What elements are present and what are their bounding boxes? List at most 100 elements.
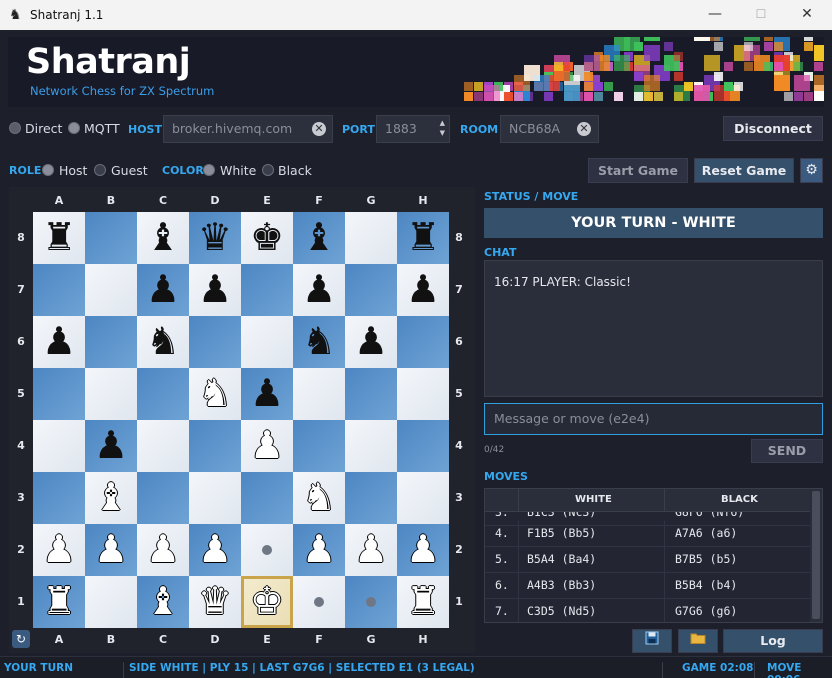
white-radio[interactable] <box>203 164 215 176</box>
black-queen-icon[interactable]: ♛ <box>198 215 232 259</box>
black-knight-icon[interactable]: ♞ <box>146 319 180 363</box>
square-a3[interactable] <box>33 472 85 524</box>
black-bishop-icon[interactable]: ♝ <box>146 215 180 259</box>
square-b6[interactable] <box>85 316 137 368</box>
clear-host-icon[interactable]: ✕ <box>312 122 326 136</box>
move-row[interactable]: 6. A4B3 (Bb3) B5B4 (b4) <box>485 573 810 599</box>
white-pawn-icon[interactable]: ♟ <box>94 527 128 571</box>
black-pawn-icon[interactable]: ♟ <box>406 267 440 311</box>
chess-board[interactable]: A A B B C C D D E E F F G G H H 8 8 7 7 6 6 5 5 4 4 3 3 2 2 1 1 ♜ ♝ ♛ ♚ ♝ ♜ ♟ ♟… <box>9 187 475 653</box>
square-d6[interactable] <box>189 316 241 368</box>
black-pawn-icon[interactable]: ♟ <box>250 371 284 415</box>
square-h1[interactable]: ♜ <box>397 576 449 628</box>
black-radio[interactable] <box>262 164 274 176</box>
square-g7[interactable] <box>345 264 397 316</box>
flip-board-button[interactable]: ↻ <box>12 630 30 648</box>
square-c4[interactable] <box>137 420 189 472</box>
square-a8[interactable]: ♜ <box>33 212 85 264</box>
room-input[interactable]: NCB68A ✕ <box>500 115 599 143</box>
white-pawn-icon[interactable]: ♟ <box>302 527 336 571</box>
square-c2[interactable]: ♟ <box>137 524 189 576</box>
maximize-button[interactable]: ☐ <box>738 0 784 30</box>
square-a4[interactable] <box>33 420 85 472</box>
white-rook-icon[interactable]: ♜ <box>42 579 76 623</box>
square-h7[interactable]: ♟ <box>397 264 449 316</box>
open-button[interactable] <box>678 629 718 653</box>
start-game-button[interactable]: Start Game <box>588 158 688 183</box>
square-c5[interactable] <box>137 368 189 420</box>
send-button[interactable]: SEND <box>751 439 823 463</box>
square-g3[interactable] <box>345 472 397 524</box>
square-c8[interactable]: ♝ <box>137 212 189 264</box>
square-e8[interactable]: ♚ <box>241 212 293 264</box>
white-pawn-icon[interactable]: ♟ <box>146 527 180 571</box>
square-c6[interactable]: ♞ <box>137 316 189 368</box>
close-button[interactable]: ✕ <box>784 0 830 30</box>
legal-move-dot[interactable] <box>366 597 376 607</box>
black-rook-icon[interactable]: ♜ <box>42 215 76 259</box>
square-e3[interactable] <box>241 472 293 524</box>
square-d3[interactable] <box>189 472 241 524</box>
square-e4[interactable]: ♟ <box>241 420 293 472</box>
square-f2[interactable]: ♟ <box>293 524 345 576</box>
square-h5[interactable] <box>397 368 449 420</box>
square-b1[interactable] <box>85 576 137 628</box>
square-c1[interactable]: ♝ <box>137 576 189 628</box>
port-spinner-icon[interactable]: ▲ ▼ <box>440 118 445 138</box>
square-f6[interactable]: ♞ <box>293 316 345 368</box>
square-g1[interactable] <box>345 576 397 628</box>
white-pawn-icon[interactable]: ♟ <box>198 527 232 571</box>
square-g8[interactable] <box>345 212 397 264</box>
direct-radio[interactable] <box>9 122 21 134</box>
square-e2[interactable] <box>241 524 293 576</box>
minimize-button[interactable]: — <box>692 0 738 30</box>
square-h6[interactable] <box>397 316 449 368</box>
square-d1[interactable]: ♛ <box>189 576 241 628</box>
black-pawn-icon[interactable]: ♟ <box>94 423 128 467</box>
legal-move-dot[interactable] <box>314 597 324 607</box>
guest-radio[interactable] <box>94 164 106 176</box>
square-g6[interactable]: ♟ <box>345 316 397 368</box>
port-input[interactable]: 1883 ▲ ▼ <box>376 115 450 143</box>
square-c7[interactable]: ♟ <box>137 264 189 316</box>
white-king-icon[interactable]: ♚ <box>250 579 284 623</box>
square-h8[interactable]: ♜ <box>397 212 449 264</box>
host-radio[interactable] <box>42 164 54 176</box>
square-e5[interactable]: ♟ <box>241 368 293 420</box>
move-row[interactable]: 7. C3D5 (Nd5) G7G6 (g6) <box>485 599 810 622</box>
reset-game-button[interactable]: Reset Game <box>694 158 794 183</box>
white-bishop-icon[interactable]: ♝ <box>94 475 128 519</box>
square-g4[interactable] <box>345 420 397 472</box>
log-button[interactable]: Log <box>723 629 823 653</box>
white-pawn-icon[interactable]: ♟ <box>42 527 76 571</box>
black-bishop-icon[interactable]: ♝ <box>302 215 336 259</box>
clear-room-icon[interactable]: ✕ <box>577 122 591 136</box>
square-a2[interactable]: ♟ <box>33 524 85 576</box>
black-pawn-icon[interactable]: ♟ <box>302 267 336 311</box>
black-pawn-icon[interactable]: ♟ <box>42 319 76 363</box>
moves-table[interactable]: 3. B1C3 (Nc3) G8F6 (Nf6) WHITE BLACK 4. F… <box>484 488 823 623</box>
square-e6[interactable] <box>241 316 293 368</box>
square-a5[interactable] <box>33 368 85 420</box>
square-b7[interactable] <box>85 264 137 316</box>
move-row[interactable]: 5. B5A4 (Ba4) B7B5 (b5) <box>485 547 810 573</box>
square-a6[interactable]: ♟ <box>33 316 85 368</box>
square-b5[interactable] <box>85 368 137 420</box>
square-a7[interactable] <box>33 264 85 316</box>
square-b3[interactable]: ♝ <box>85 472 137 524</box>
save-button[interactable] <box>632 629 672 653</box>
legal-move-dot[interactable] <box>262 545 272 555</box>
square-f4[interactable] <box>293 420 345 472</box>
square-d5[interactable]: ♞ <box>189 368 241 420</box>
square-b4[interactable]: ♟ <box>85 420 137 472</box>
black-rook-icon[interactable]: ♜ <box>406 215 440 259</box>
black-pawn-icon[interactable]: ♟ <box>198 267 232 311</box>
mqtt-radio[interactable] <box>68 122 80 134</box>
white-rook-icon[interactable]: ♜ <box>406 579 440 623</box>
white-pawn-icon[interactable]: ♟ <box>354 527 388 571</box>
square-b2[interactable]: ♟ <box>85 524 137 576</box>
black-king-icon[interactable]: ♚ <box>250 215 284 259</box>
square-e1[interactable]: ♚ <box>241 576 293 628</box>
square-c3[interactable] <box>137 472 189 524</box>
square-h4[interactable] <box>397 420 449 472</box>
